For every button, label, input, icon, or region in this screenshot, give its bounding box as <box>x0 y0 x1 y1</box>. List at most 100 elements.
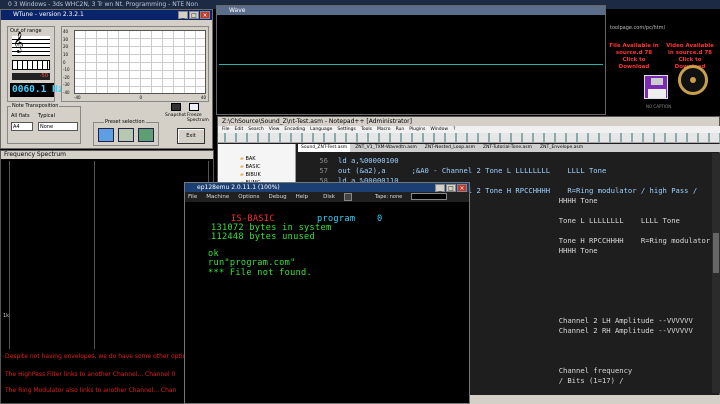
menu-encoding[interactable]: Encoding <box>284 126 305 133</box>
emu-disk-label[interactable]: Disk <box>323 192 335 202</box>
preset-button-3[interactable] <box>138 128 154 142</box>
emu-menu-debug[interactable]: Debug <box>268 192 286 202</box>
wtune-title: WTune - version 2.3.2.1 <box>13 11 84 18</box>
wtune-titlebar: WTune - version 2.3.2.1 _ □ × <box>1 10 212 20</box>
ad-banner: toolpage.com/pc/html File Available in s… <box>606 9 720 115</box>
tuning-select[interactable]: A4 <box>11 122 33 131</box>
editor-scrollbar[interactable] <box>712 153 720 393</box>
notepad-tabbar: Sound_ZNT-Test.asm ZNT_V1_TXM-Wavedtn.as… <box>298 144 720 152</box>
waveform-line <box>219 64 603 65</box>
close-button[interactable]: × <box>457 184 467 192</box>
menu-run[interactable]: Run <box>396 126 405 133</box>
menu-plugins[interactable]: Plugins <box>409 126 425 133</box>
emu-menu-machine[interactable]: Machine <box>206 192 229 202</box>
emu-tape-indicator <box>411 193 448 200</box>
maximize-button[interactable]: □ <box>189 11 199 19</box>
y-tick: -20 <box>63 74 70 80</box>
menu-edit[interactable]: Edit <box>235 126 244 133</box>
menu-search[interactable]: Search <box>248 126 263 133</box>
tree-item-label: BAK <box>245 156 256 162</box>
emu-menu-help[interactable]: Help <box>296 192 309 202</box>
close-button[interactable]: × <box>200 11 210 19</box>
exit-button[interactable]: Exit <box>177 128 205 144</box>
emu-menu-options[interactable]: Options <box>238 192 259 202</box>
x-tick: -40 <box>74 95 81 100</box>
notepad-title: Z:\ChSource\Sound_Z\nt-Test.asm - Notepa… <box>222 118 412 125</box>
wave-scope-titlebar: Wave <box>217 6 605 15</box>
preset-selection-label: Preset selection <box>104 119 146 125</box>
spectrum-plot <box>9 161 209 349</box>
freeze-icon[interactable] <box>189 103 199 111</box>
emu-tape-label: Tape: none <box>374 194 403 200</box>
tab-sound-znt-test[interactable]: Sound_ZNT-Test.asm <box>298 144 351 152</box>
film-reel-icon <box>678 65 708 95</box>
line-text: ld a,%00000100 <box>338 156 399 165</box>
tuning-select-value: A4 <box>13 124 20 130</box>
all-flats-label: All flats <box>11 113 30 119</box>
minimize-button[interactable]: _ <box>435 184 445 192</box>
tab-znt-envelope[interactable]: ZNT_Envelope.asm <box>537 144 586 152</box>
wave-scope-title: Wave <box>229 7 246 14</box>
freeze-label: Freeze Spectrum <box>187 113 209 123</box>
tuning-graph: 40 30 20 10 0 -10 -20 -30 -40 -40 0 40 <box>61 26 209 102</box>
menu-macro[interactable]: Macro <box>377 126 391 133</box>
x-axis-labels: -40 0 40 <box>74 95 206 100</box>
tab-znt-tutorial-tone[interactable]: ZNT-Tutorial-Tone.asm <box>480 144 535 152</box>
transpose-select[interactable]: None <box>38 122 78 131</box>
folder-icon: ▰ <box>240 156 244 162</box>
note-transposition-label: Note Transposition <box>11 103 60 109</box>
notepad-menubar: File Edit Search View Encoding Language … <box>218 126 720 133</box>
notepad-titlebar: Z:\ChSource\Sound_Z\nt-Test.asm - Notepa… <box>218 117 719 126</box>
y-tick: 10 <box>63 51 69 57</box>
minimize-button[interactable]: _ <box>178 11 188 19</box>
taskbar-text: 0 3 Windows - 3ds WHC2N, 3 Tr wn Nt. Pro… <box>8 1 198 8</box>
tree-item-label: BASIC <box>245 164 261 170</box>
preset-selection-group: Preset selection <box>93 119 159 146</box>
tab-znt-nested-loop[interactable]: ZNT-Nested_Loop.asm <box>422 144 478 152</box>
y-tick: -10 <box>63 67 70 73</box>
menu-language[interactable]: Language <box>310 126 332 133</box>
code-line: 56 ld a,%00000100 <box>298 156 710 166</box>
basic-bytes-unused: 112448 bytes unused <box>211 232 316 242</box>
scrollbar-thumb[interactable] <box>713 233 719 273</box>
tree-item-bibuk[interactable]: ▰ BIBUK <box>240 172 261 178</box>
tree-item-label: BIBUK <box>245 172 261 178</box>
emu-disk-indicator <box>343 193 352 201</box>
snapshot-label: Snapshot <box>165 113 187 118</box>
tuner-panel: Out of range 𝄞 -50 0060.1 Hz <box>7 26 63 102</box>
menu-window[interactable]: Window <box>430 126 448 133</box>
tab-znt-v1[interactable]: ZNT_V1_TXM-Wavedtn.asm <box>352 144 420 152</box>
tree-item-bak[interactable]: ▰ BAK <box>240 156 256 162</box>
menu-help[interactable]: ? <box>453 126 455 133</box>
maximize-button[interactable]: □ <box>446 184 456 192</box>
wave-scope-window: Wave <box>216 5 606 115</box>
emu-menubar: File Machine Options Debug Help Disk Tap… <box>185 192 469 202</box>
menu-file[interactable]: File <box>222 126 230 133</box>
basic-run-command: run"program.com" <box>208 258 296 268</box>
range-value: -50 <box>39 73 48 79</box>
treble-clef-icon: 𝄞 <box>13 32 24 53</box>
line-number: 57 <box>319 166 328 175</box>
transpose-select-value: None <box>40 124 54 130</box>
menu-settings[interactable]: Settings <box>337 126 355 133</box>
range-indicator: -50 <box>12 73 50 80</box>
preset-button-1[interactable] <box>98 128 114 142</box>
emu-title: ep128emu 2.0.11.1 (100%) <box>197 184 280 191</box>
note-transposition-group: Note Transposition All flats Typical A4 … <box>7 103 81 144</box>
wtune-window: WTune - version 2.3.2.1 _ □ × Out of range… <box>0 9 213 149</box>
emu-screen[interactable]: IS-BASIC program 0 131072 bytes in syste… <box>187 203 469 403</box>
y-tick: 40 <box>63 29 69 34</box>
basic-program-number: 0 <box>377 214 383 224</box>
ad-logo: NO CAPTION <box>646 104 672 109</box>
tree-item-basic[interactable]: ▰ BASIC <box>240 164 260 170</box>
camera-icon[interactable] <box>171 103 181 111</box>
ad-left-text[interactable]: File Available in source.d 78 Click to D… <box>608 43 660 71</box>
emu-menu-file[interactable]: File <box>188 192 197 202</box>
preset-button-2[interactable] <box>118 128 134 142</box>
menu-view[interactable]: View <box>269 126 280 133</box>
y-tick: -40 <box>63 90 70 95</box>
y-tick: -30 <box>63 82 70 88</box>
folder-icon: ▰ <box>240 164 244 170</box>
menu-tools[interactable]: Tools <box>361 126 372 133</box>
frequency-value: 0060.1 Hz <box>12 84 64 95</box>
